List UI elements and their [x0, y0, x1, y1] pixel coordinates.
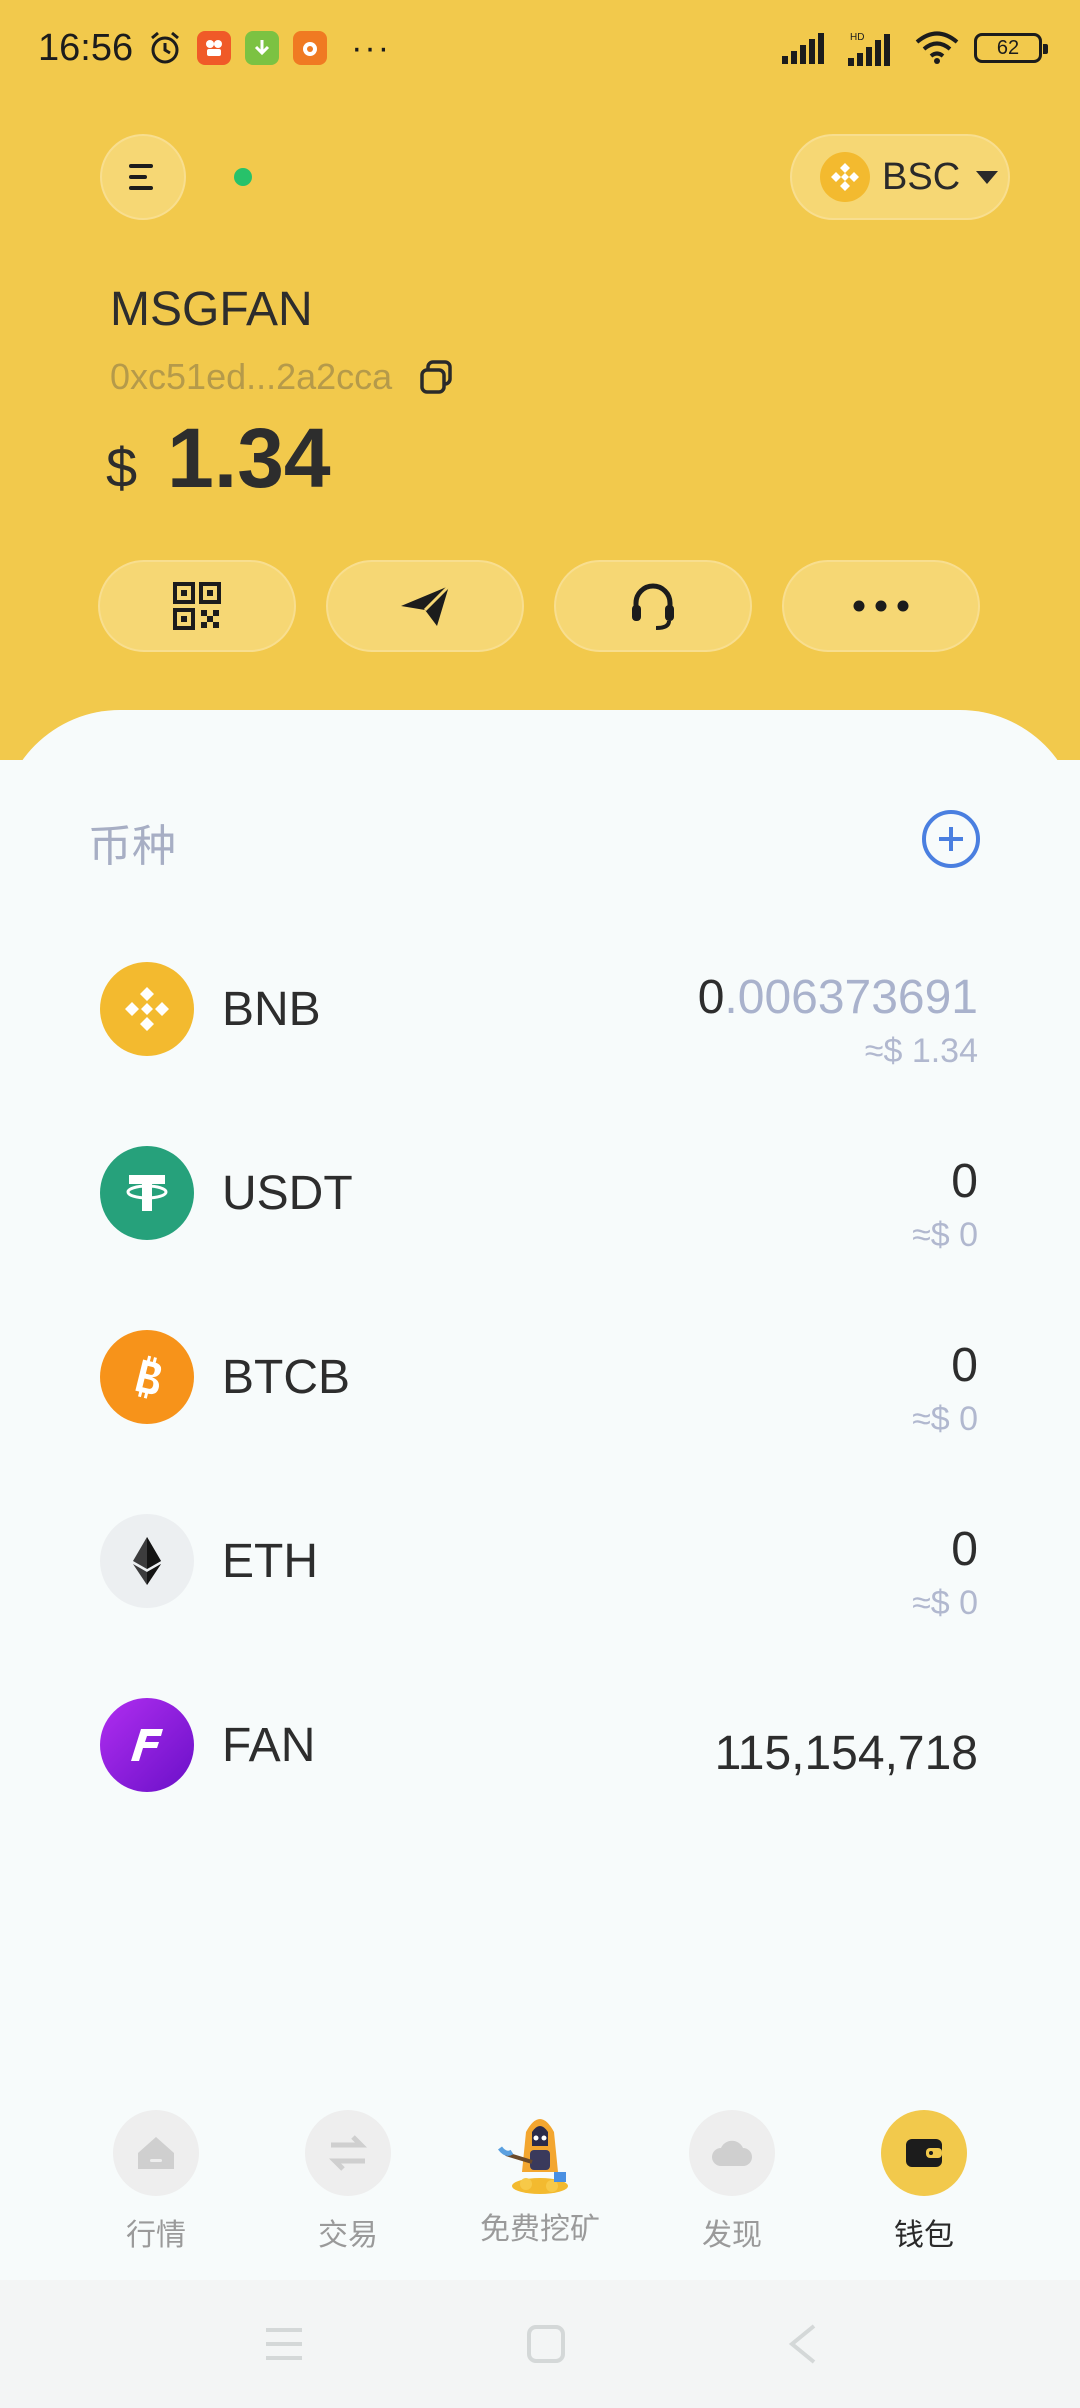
- nav-item-market[interactable]: 行情: [66, 2080, 246, 2280]
- home-button-icon[interactable]: [526, 2324, 566, 2364]
- token-list: BNB 0.006373691 ≈$ 1.34 USDT 0 ≈$ 0 BTCB…: [0, 940, 1080, 1860]
- connection-status-dot: [234, 168, 252, 186]
- token-symbol: FAN: [222, 1719, 316, 1772]
- token-symbol: BTCB: [222, 1351, 351, 1404]
- system-navigation-bar: [0, 2280, 1080, 2408]
- more-button[interactable]: [782, 560, 980, 652]
- more-icon: [853, 600, 909, 612]
- balance-currency: $: [106, 436, 138, 499]
- eth-icon: [100, 1514, 194, 1608]
- balance-value: 1.34: [167, 411, 331, 505]
- bnb-icon: [100, 962, 194, 1056]
- token-fiat-value: ≈$ 0: [912, 1400, 978, 1438]
- add-token-button[interactable]: [922, 810, 980, 868]
- assets-section-title: 币种: [88, 822, 176, 871]
- btcb-icon: [100, 1330, 194, 1424]
- status-right-icons: HD 62: [782, 30, 1048, 66]
- total-balance: $ 1.34: [106, 410, 331, 507]
- send-button[interactable]: [326, 560, 524, 652]
- signal-hd-icon: HD: [848, 32, 890, 66]
- token-fiat-value: ≈$ 0: [912, 1584, 978, 1622]
- menu-icon: [129, 164, 153, 190]
- token-amount: 115,154,718: [714, 1727, 978, 1780]
- token-row-bnb[interactable]: BNB 0.006373691 ≈$ 1.34: [0, 940, 1080, 1124]
- network-selector[interactable]: BSC: [790, 134, 1010, 220]
- cloud-icon: [712, 2140, 752, 2166]
- bottom-nav: 行情 交易 免费挖矿 发现 钱包: [0, 2080, 1080, 2280]
- nav-item-trade[interactable]: 交易: [258, 2080, 438, 2280]
- token-row-usdt[interactable]: USDT 0 ≈$ 0: [0, 1124, 1080, 1308]
- wallet-icon: [906, 2139, 942, 2167]
- signal-icon: [782, 33, 824, 64]
- token-symbol: ETH: [222, 1535, 318, 1588]
- plus-icon: [939, 827, 963, 851]
- support-headset-icon: [632, 583, 674, 630]
- support-button[interactable]: [554, 560, 752, 652]
- battery-indicator: 62: [974, 33, 1048, 63]
- status-bar: 16:56 ··· HD 62: [0, 0, 1080, 96]
- usdt-icon: [100, 1146, 194, 1240]
- network-label: BSC: [882, 155, 961, 198]
- home-icon: [138, 2137, 174, 2169]
- token-amount-decimal: .006373691: [724, 971, 978, 1024]
- nav-label: 免费挖矿: [480, 2213, 600, 2246]
- token-symbol: USDT: [222, 1167, 353, 1220]
- token-row-btcb[interactable]: BTCB 0 ≈$ 0: [0, 1308, 1080, 1492]
- app-notification-icon-1: [197, 31, 232, 65]
- back-icon[interactable]: [786, 2322, 818, 2366]
- nav-item-free-mining[interactable]: 免费挖矿: [450, 2080, 630, 2280]
- nav-icon-container: [881, 2110, 967, 2196]
- receive-qr-button[interactable]: [98, 560, 296, 652]
- download-app-icon: [245, 31, 280, 65]
- bnb-chain-icon: [820, 152, 870, 202]
- token-row-eth[interactable]: ETH 0 ≈$ 0: [0, 1492, 1080, 1676]
- more-notifications-icon: ···: [351, 28, 392, 67]
- token-fiat-value: ≈$ 1.34: [864, 1032, 978, 1070]
- nav-label: 交易: [318, 2219, 378, 2252]
- token-fiat-value: ≈$ 0: [912, 1216, 978, 1254]
- nav-label: 发现: [702, 2219, 762, 2252]
- wallet-address: 0xc51ed...2a2cca: [110, 356, 393, 397]
- wifi-icon: [915, 31, 959, 64]
- token-amount: 0: [951, 1155, 978, 1208]
- mining-character-icon: [498, 2119, 568, 2194]
- status-notification-icons: ···: [147, 29, 391, 68]
- svg-text:HD: HD: [850, 32, 864, 43]
- action-buttons: [98, 560, 980, 652]
- nav-icon-container: [305, 2110, 391, 2196]
- wallet-name: MSGFAN: [110, 283, 313, 336]
- nav-item-wallet[interactable]: 钱包: [834, 2080, 1014, 2280]
- token-amount: 0: [951, 1523, 978, 1576]
- copy-icon[interactable]: [418, 359, 454, 395]
- qr-code-icon: [173, 582, 221, 630]
- swap-icon: [328, 2135, 368, 2171]
- token-amount: 0: [951, 1339, 978, 1392]
- token-amount-integer: 0: [697, 971, 725, 1024]
- token-amount: 0.006373691: [698, 970, 978, 1025]
- chevron-down-icon: [976, 170, 999, 184]
- nav-label: 钱包: [894, 2219, 954, 2252]
- wallet-address-row: 0xc51ed...2a2cca: [110, 356, 454, 398]
- alarm-icon: [151, 31, 180, 64]
- nav-item-discover[interactable]: 发现: [642, 2080, 822, 2280]
- nav-label: 行情: [126, 2219, 186, 2252]
- send-icon: [401, 584, 451, 626]
- app-notification-icon-2: [293, 31, 328, 65]
- token-symbol: BNB: [222, 983, 321, 1036]
- status-time: 16:56: [38, 26, 134, 69]
- menu-button[interactable]: [100, 134, 186, 220]
- nav-icon-container: [689, 2110, 775, 2196]
- fan-icon: [100, 1698, 194, 1792]
- recent-apps-icon[interactable]: [262, 2326, 306, 2362]
- nav-icon-container: [113, 2110, 199, 2196]
- token-row-fan[interactable]: FAN 115,154,718: [0, 1676, 1080, 1860]
